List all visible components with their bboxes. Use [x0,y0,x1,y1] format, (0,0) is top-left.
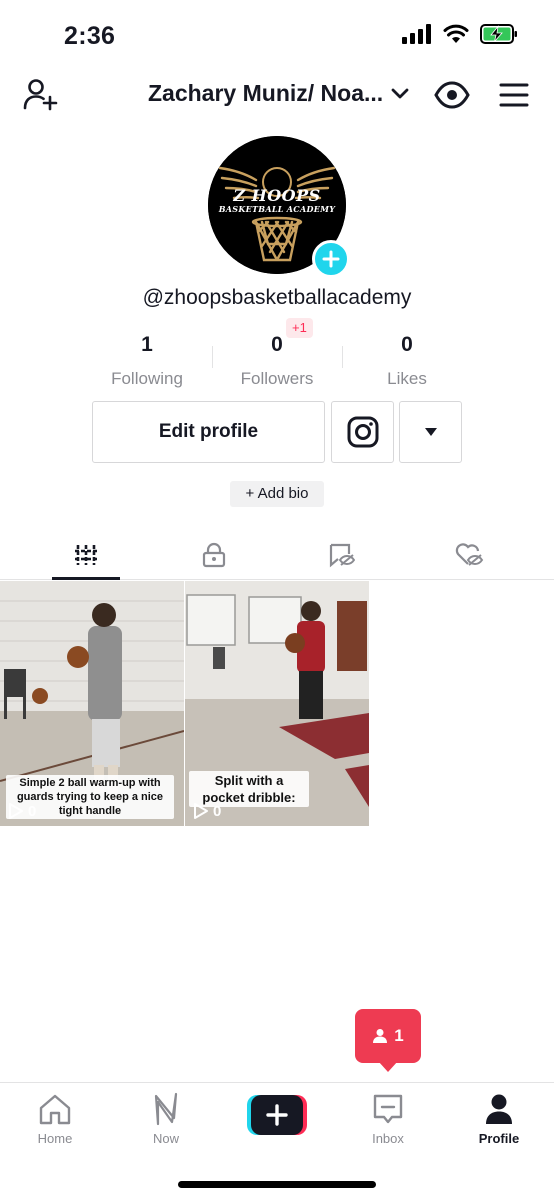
stat-following[interactable]: 1 Following [82,333,212,389]
view-count-value: 0 [28,802,37,820]
follower-notification-popup[interactable]: 1 [355,1009,421,1063]
followers-count: 0 [271,333,283,356]
notification-count: 1 [394,1026,404,1045]
nav-home[interactable]: Home [0,1091,110,1146]
person-icon [373,1029,388,1043]
video-thumbnail[interactable]: Simple 2 ball warm-up with guards trying… [0,581,184,826]
video-thumbnail[interactable]: Split with a pocket dribble: 0 [185,581,369,826]
chevron-down-icon [391,88,409,98]
nav-now-label: Now [152,1131,179,1146]
battery-charging-icon [480,24,517,44]
caret-down-icon [424,428,437,436]
nav-inbox[interactable]: Inbox [333,1091,443,1146]
home-indicator [178,1181,376,1188]
eye-icon[interactable] [434,77,470,113]
grid-icon [75,545,97,565]
tab-liked[interactable] [400,530,538,580]
nav-profile-label: Profile [478,1131,520,1146]
nav-profile[interactable]: Profile [444,1091,554,1146]
account-switcher[interactable]: Zachary Muniz/ Noa... [148,80,409,107]
now-icon [154,1092,178,1126]
inbox-icon [373,1094,403,1124]
content-tabs [0,530,554,580]
bookmark-hidden-icon [329,543,355,568]
status-icons [402,24,518,44]
profile-header: Zachary Muniz/ Noa... [0,70,554,120]
active-tab-indicator [52,577,120,580]
hamburger-menu-icon[interactable] [499,80,529,110]
tab-private[interactable] [145,530,283,580]
play-icon [9,803,23,819]
instagram-icon [347,416,378,448]
view-count-value: 0 [213,802,222,820]
play-icon [194,803,208,819]
username: @zhoopsbasketballacademy [142,286,412,309]
logo-text-sub: BASKETBALL ACADEMY [218,204,336,214]
profile-icon [486,1094,512,1124]
create-button[interactable] [247,1095,307,1135]
add-user-icon[interactable] [22,76,58,112]
plus-icon [322,250,340,268]
following-label: Following [111,369,183,388]
notification-pointer [378,1061,398,1072]
nav-inbox-label: Inbox [372,1131,404,1146]
logo-text-main: Z HOOPS [233,186,321,205]
home-icon [39,1094,71,1125]
tab-videos[interactable] [17,530,155,580]
following-count: 1 [141,333,153,356]
account-name: Zachary Muniz/ Noa... [148,80,384,106]
more-options-button[interactable] [399,401,462,463]
create-icon [247,1095,307,1135]
stat-likes[interactable]: 0 Likes [342,333,472,389]
likes-label: Likes [387,369,427,388]
view-count: 0 [193,802,221,820]
nav-home-label: Home [37,1131,73,1146]
likes-count: 0 [401,333,413,356]
nav-now[interactable]: Now [111,1091,221,1146]
add-bio-button[interactable]: + Add bio [230,481,324,507]
tab-saved[interactable] [272,530,410,580]
status-time: 2:36 [64,22,116,50]
edit-profile-button[interactable]: Edit profile [92,401,325,463]
instagram-button[interactable] [331,401,394,463]
view-count: 0 [8,802,36,820]
cellular-signal-icon [402,24,431,44]
stat-followers[interactable]: 0 Followers [212,333,342,389]
wifi-icon [443,24,469,43]
add-avatar-button[interactable] [312,240,350,278]
followers-label: Followers [240,369,314,388]
lock-icon [202,542,226,568]
heart-hidden-icon [455,543,484,566]
